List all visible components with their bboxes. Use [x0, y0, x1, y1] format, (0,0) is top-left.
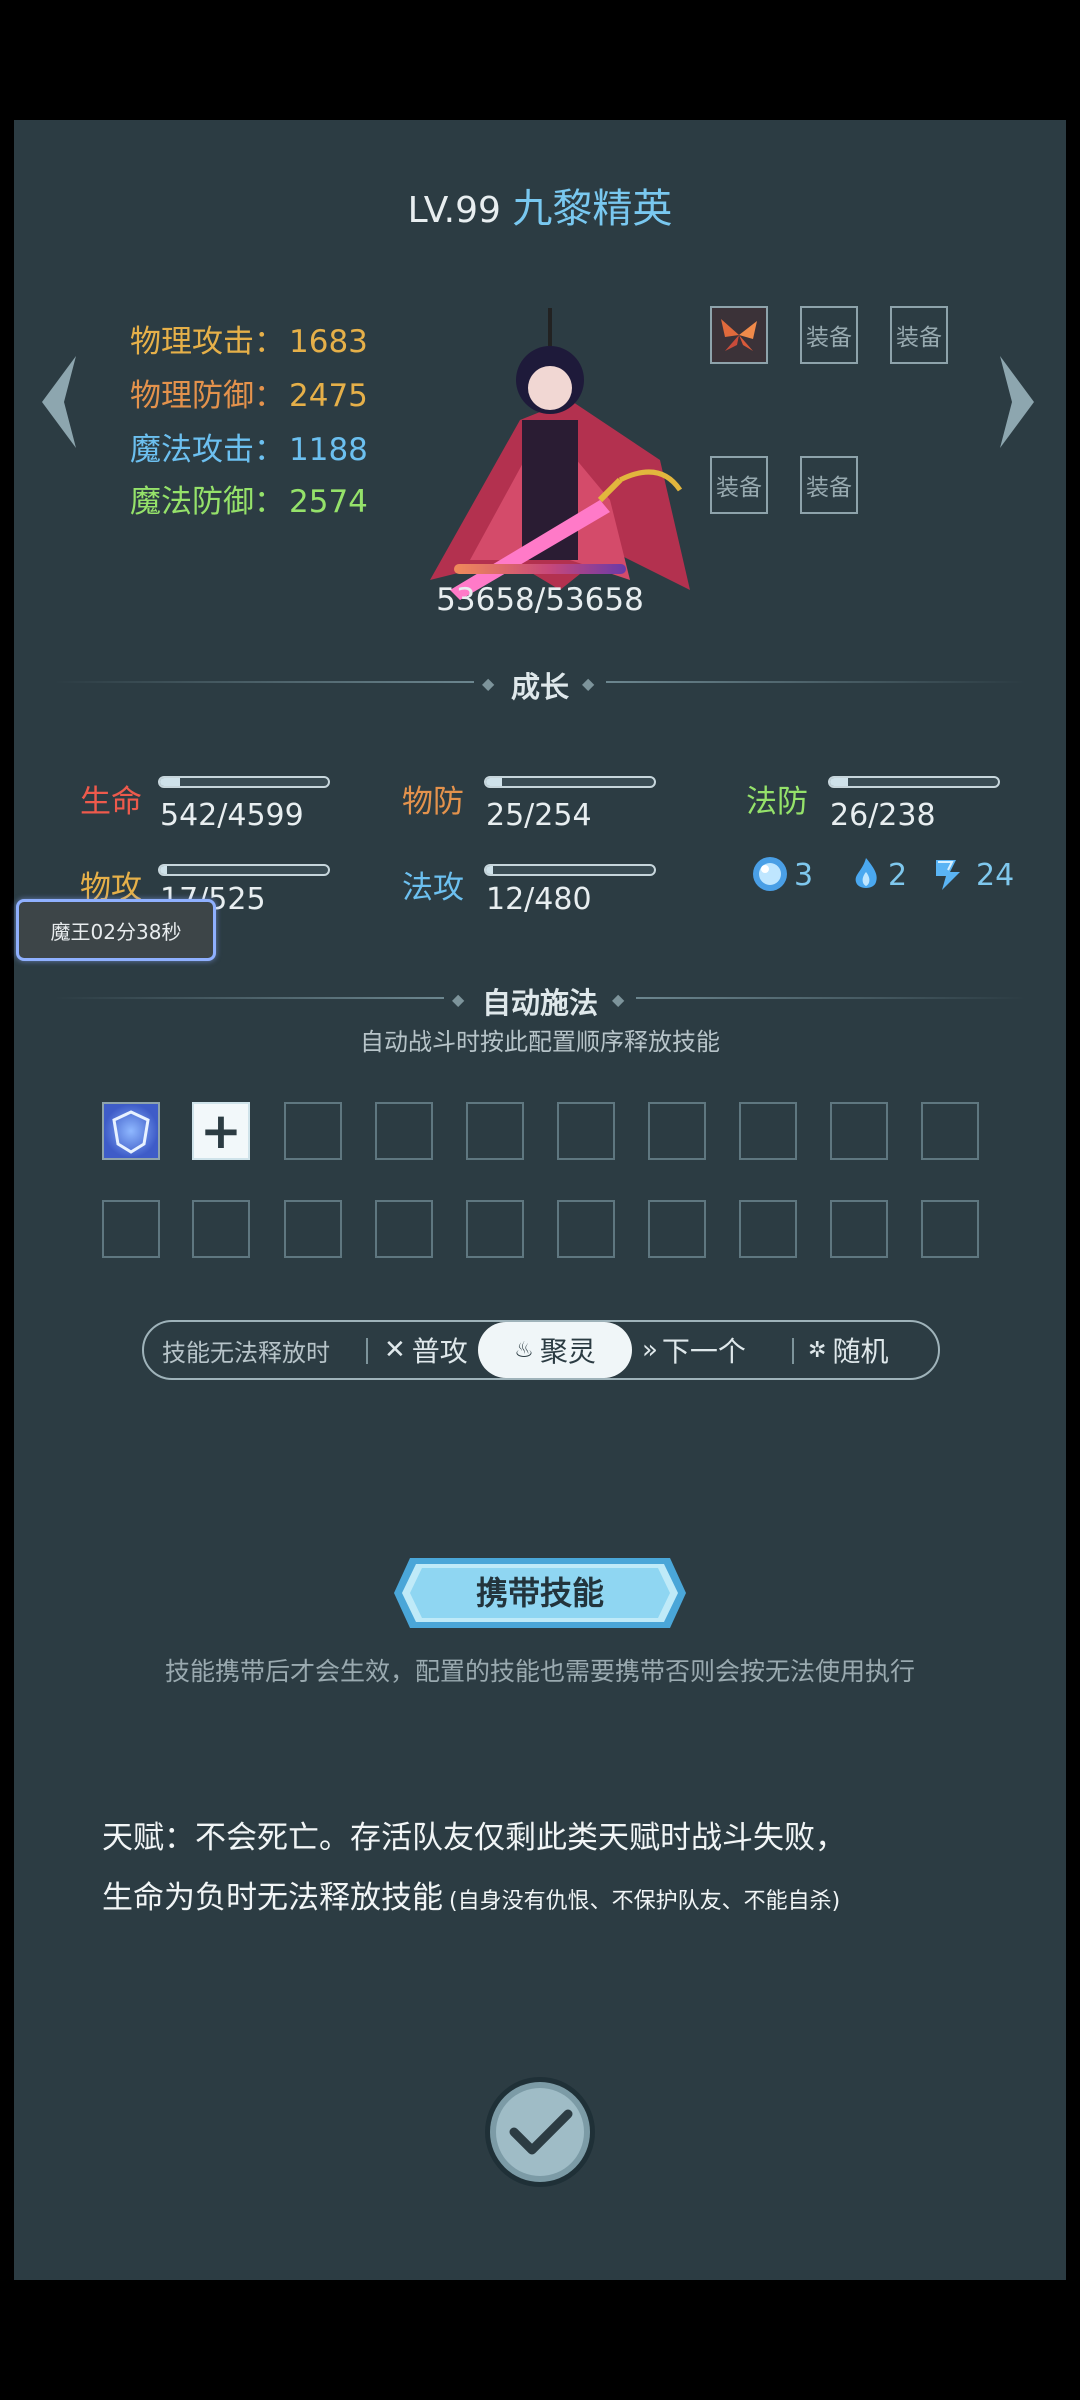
skill-slot-1[interactable] — [102, 1102, 160, 1160]
double-chevron-right-icon: » — [642, 1335, 658, 1365]
add-skill-button[interactable]: + — [192, 1102, 250, 1160]
shield-skill-icon — [112, 1110, 150, 1154]
level-text: LV.99 — [407, 190, 501, 231]
auto-cast-divider: ◆ ◆ 自动施法 — [54, 978, 1026, 1020]
growth-patk-bar — [158, 864, 330, 876]
skill-slot[interactable] — [284, 1200, 342, 1258]
growth-mdef-label: 法防 — [746, 784, 808, 820]
growth-pdef-label: 物防 — [402, 784, 464, 820]
spirit-flame-icon: ♨ — [514, 1337, 534, 1363]
skill-slot[interactable] — [192, 1200, 250, 1258]
equip-slot-5[interactable]: 装备 — [800, 456, 858, 514]
growth-matk-label: 法攻 — [402, 870, 464, 906]
fallback-option-gather-spirit[interactable]: ♨ 聚灵 — [478, 1322, 632, 1378]
character-detail-panel: LV.99 九黎精英 物理攻击： 1683 物理防御： 2475 魔法攻击： 1188… — [14, 120, 1066, 2280]
carry-skill-label: 携带技能 — [475, 1574, 604, 1612]
skill-slot[interactable] — [830, 1102, 888, 1160]
next-character-arrow-icon[interactable] — [994, 352, 1040, 452]
hp-text: 53658/53658 — [436, 582, 644, 618]
skill-slot[interactable] — [466, 1102, 524, 1160]
option-label: 普攻 — [411, 1335, 468, 1368]
growth-hp-label: 生命 — [80, 784, 142, 820]
plus-icon: + — [200, 1102, 242, 1160]
stat-value: 1683 — [289, 324, 368, 360]
growth-pdef-value: 25/254 — [486, 798, 592, 833]
fallback-option-random[interactable]: ✲ 随机 — [808, 1322, 888, 1378]
crossed-swords-icon: ✕ — [384, 1335, 406, 1365]
option-label: 下一个 — [661, 1335, 746, 1368]
blue-flame-icon — [855, 858, 877, 888]
auto-cast-title: 自动施法 — [481, 986, 598, 1020]
skill-slot[interactable] — [921, 1102, 979, 1160]
talent-line-1: 天赋：不会死亡。存活队友仅剩此类天赋时战斗失败， — [102, 1820, 846, 1856]
confirm-button[interactable] — [482, 2074, 598, 2190]
stat-label: 物理攻击： — [130, 324, 285, 360]
equip-slot-1[interactable] — [710, 306, 768, 364]
blue-orb-icon — [753, 857, 787, 891]
growth-divider: ◆ ◆ 成长 — [54, 662, 1026, 704]
phys-defense-stat: 物理防御： 2475 — [130, 370, 368, 415]
growth-mdef-value: 26/238 — [830, 798, 936, 833]
orb-count: 3 — [794, 858, 814, 893]
boots-count: 24 — [976, 858, 1015, 893]
demon-king-timer-badge[interactable]: 魔王02分38秒 — [16, 899, 216, 961]
flame-count: 2 — [888, 858, 908, 893]
skill-slot[interactable] — [284, 1102, 342, 1160]
skill-slot[interactable] — [375, 1102, 433, 1160]
character-title: LV.99 九黎精英 — [14, 176, 1066, 234]
option-label: 聚灵 — [539, 1335, 596, 1368]
skill-slot[interactable] — [648, 1102, 706, 1160]
skill-slot[interactable] — [921, 1200, 979, 1258]
skill-slot[interactable] — [466, 1200, 524, 1258]
fallback-option-normal-attack[interactable]: ✕ 普攻 — [384, 1322, 468, 1378]
shuffle-icon: ✲ — [808, 1337, 827, 1363]
stat-value: 1188 — [289, 432, 368, 468]
option-label: 随机 — [832, 1335, 889, 1368]
growth-matk-bar — [484, 864, 656, 876]
equip-slot-3[interactable]: 装备 — [890, 306, 948, 364]
magic-attack-stat: 魔法攻击： 1188 — [130, 424, 368, 469]
skill-slot[interactable] — [375, 1200, 433, 1258]
growth-pdef-bar — [484, 776, 656, 788]
skill-slot[interactable] — [557, 1200, 615, 1258]
magic-defense-stat: 魔法防御： 2574 — [130, 476, 368, 521]
fallback-option-bar: 技能无法释放时 ✕ 普攻 ♨ 聚灵 » 下一个 ✲ 随机 — [142, 1320, 940, 1380]
skill-slot[interactable] — [739, 1200, 797, 1258]
stat-label: 魔法攻击： — [130, 432, 285, 468]
equip-slot-2[interactable]: 装备 — [800, 306, 858, 364]
carry-skill-note: 技能携带后才会生效，配置的技能也需要携带否则会按无法使用执行 — [164, 1657, 915, 1686]
skill-slot[interactable] — [648, 1200, 706, 1258]
previous-character-arrow-icon[interactable] — [36, 352, 82, 452]
skill-slot[interactable] — [739, 1102, 797, 1160]
stat-label: 物理防御： — [130, 378, 285, 414]
growth-hp-value: 542/4599 — [160, 798, 304, 833]
lightning-boots-icon — [936, 860, 960, 890]
talent-line-2-note: (自身没有仇恨、不保护队友、不能自杀) — [449, 1889, 841, 1914]
phys-attack-stat: 物理攻击： 1683 — [130, 316, 368, 361]
skill-slot[interactable] — [557, 1102, 615, 1160]
character-portrait[interactable] — [410, 260, 700, 612]
fallback-option-next[interactable]: » 下一个 — [642, 1322, 746, 1378]
skill-slot[interactable] — [830, 1200, 888, 1258]
growth-mdef-bar — [828, 776, 1000, 788]
stat-value: 2475 — [289, 378, 368, 414]
equip-slot-4[interactable]: 装备 — [710, 456, 768, 514]
butterfly-equipment-icon — [721, 319, 757, 351]
skill-slot[interactable] — [102, 1200, 160, 1258]
fallback-prompt: 技能无法释放时 — [162, 1338, 330, 1367]
growth-title: 成长 — [510, 670, 569, 704]
growth-hp-bar — [158, 776, 330, 788]
auto-cast-description: 自动战斗时按此配置顺序释放技能 — [360, 1028, 720, 1056]
character-name: 九黎精英 — [512, 186, 673, 232]
stat-label: 魔法防御： — [130, 484, 285, 520]
hp-bar — [454, 564, 626, 574]
stat-value: 2574 — [289, 484, 368, 520]
talent-line-2-main: 生命为负时无法释放技能 — [102, 1880, 443, 1916]
growth-matk-value: 12/480 — [486, 882, 592, 917]
talent-line-2: 生命为负时无法释放技能 (自身没有仇恨、不保护队友、不能自杀) — [102, 1872, 840, 1917]
